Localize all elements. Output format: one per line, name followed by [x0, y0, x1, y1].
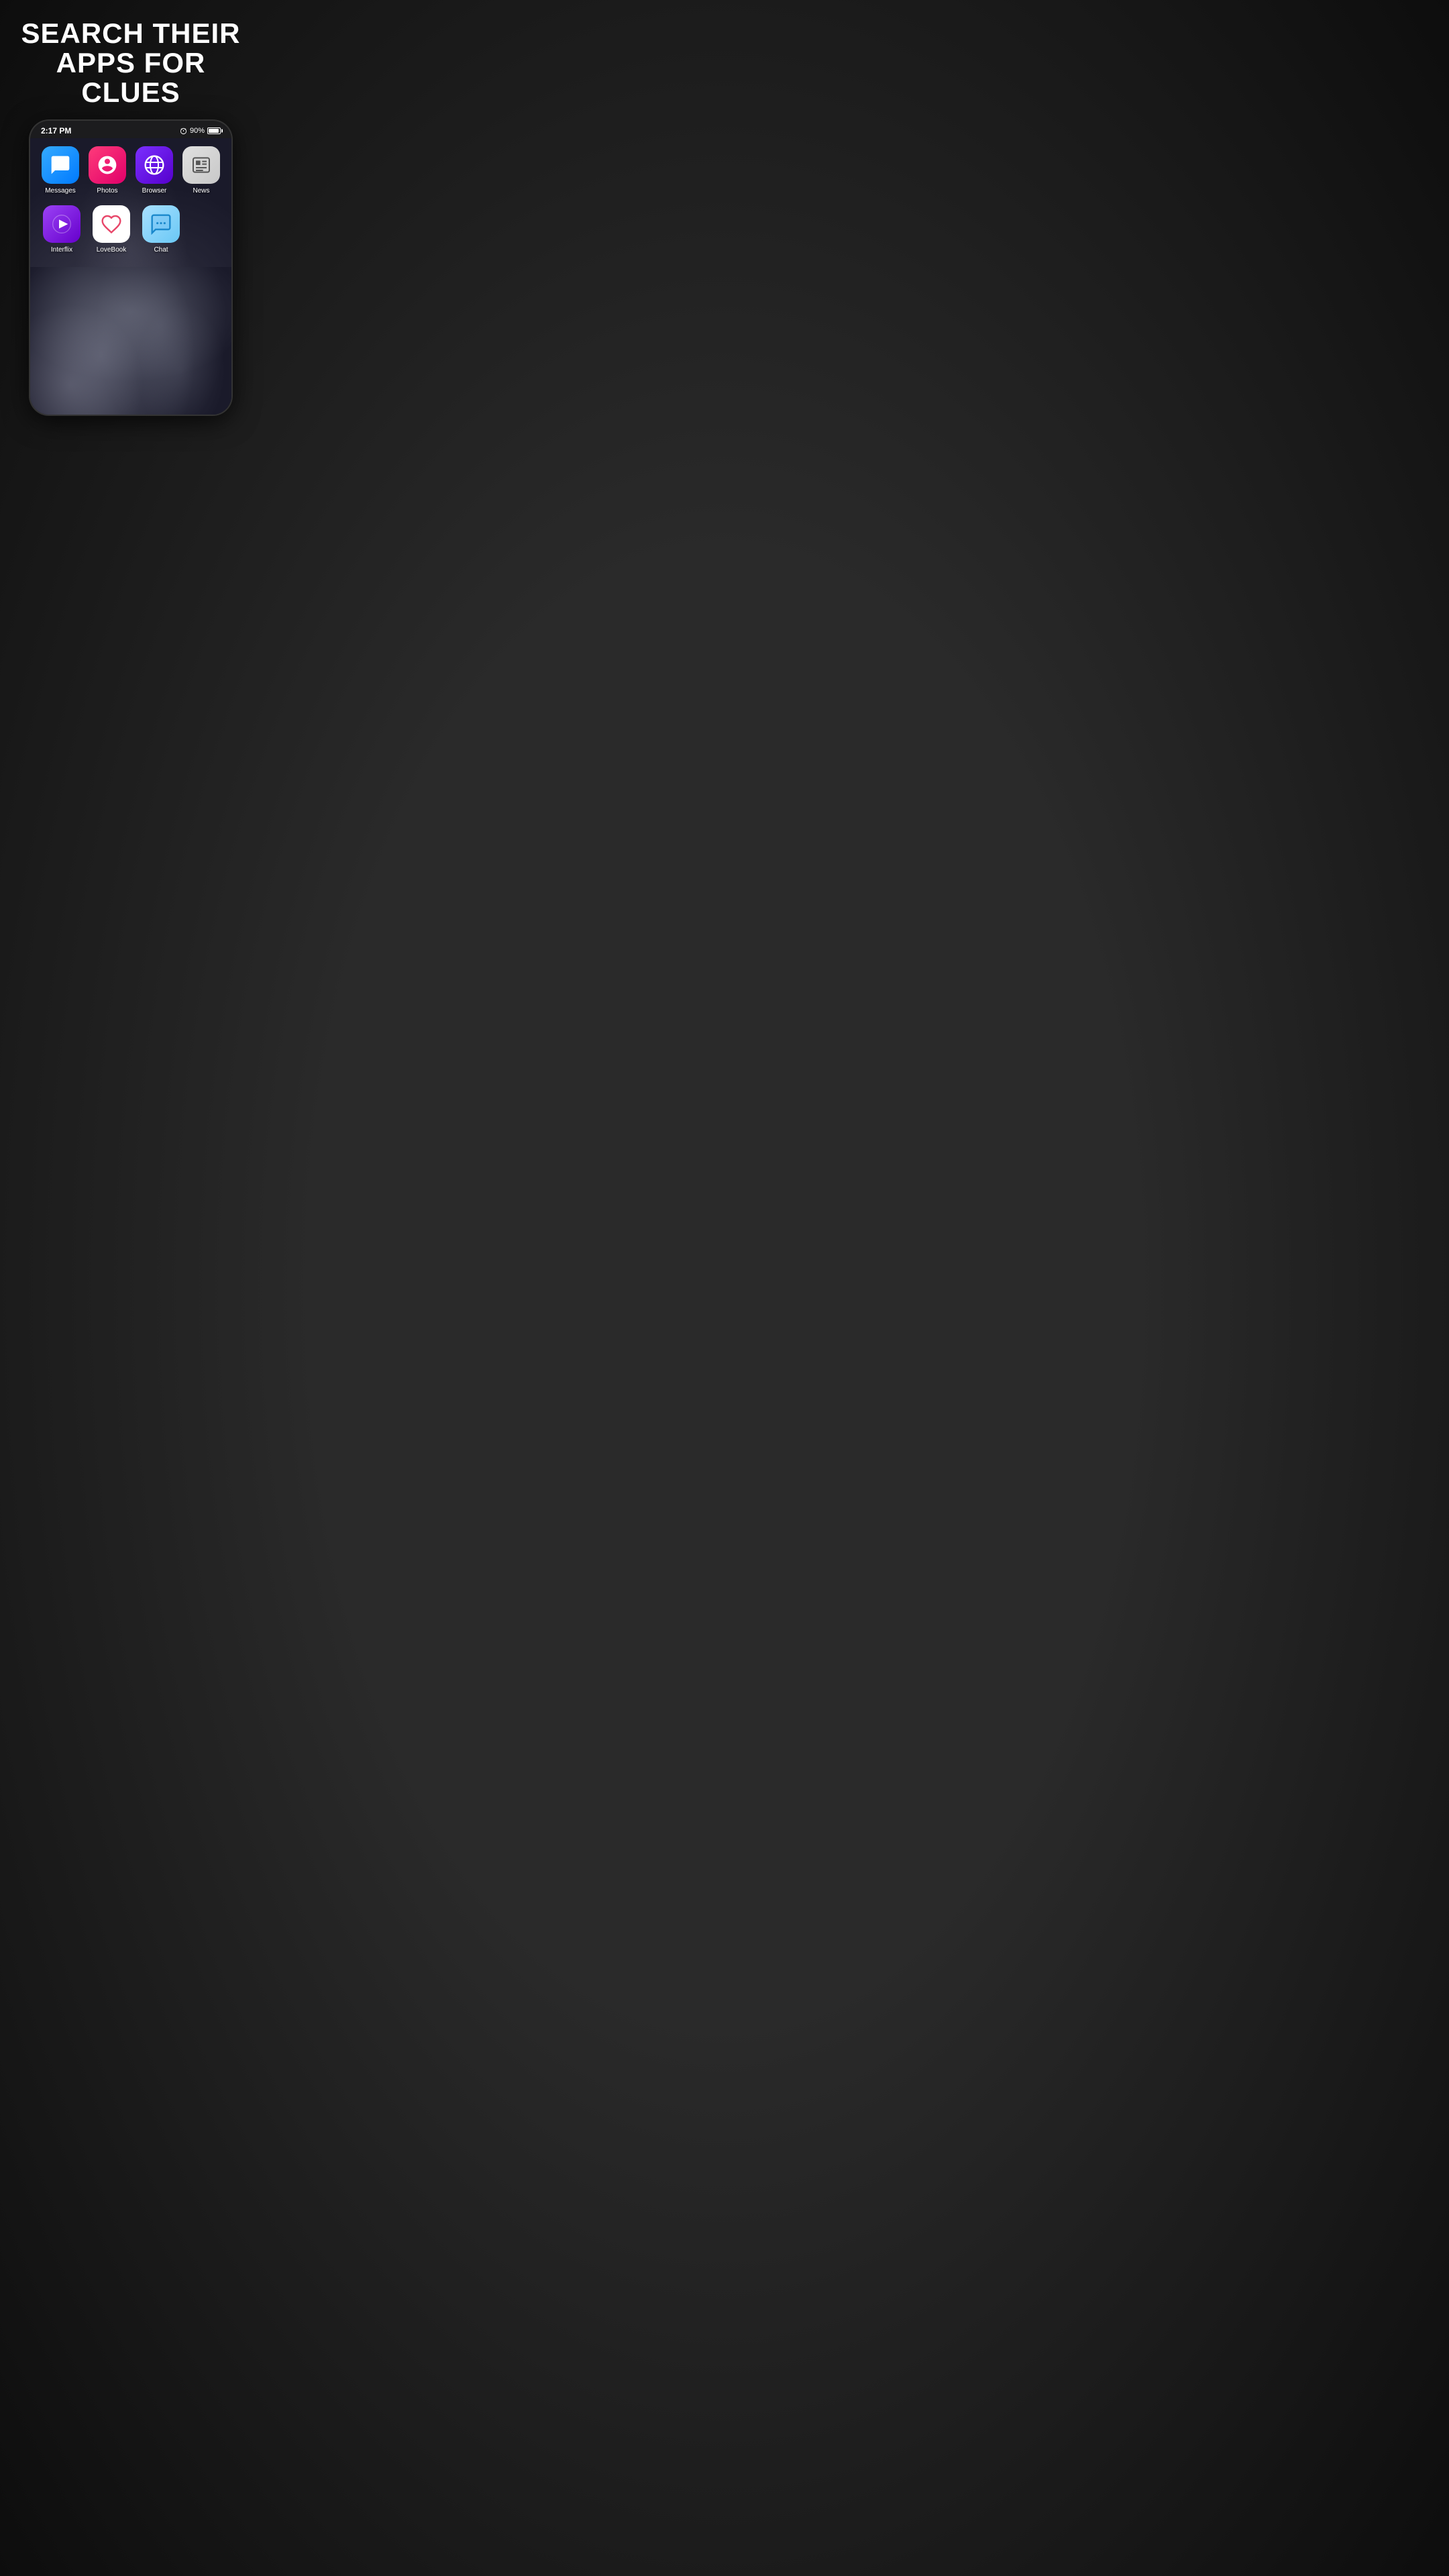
messages-icon [42, 146, 79, 184]
interflix-svg [51, 213, 72, 235]
battery-percent: 90% [190, 127, 205, 135]
lovebook-label: LoveBook [97, 246, 126, 254]
phone-frame: 2:17 PM 90% [30, 121, 231, 415]
app-interflix[interactable]: Interflix [41, 205, 83, 254]
app-photos[interactable]: Photos [88, 146, 127, 195]
apps-grid: Messages Photos [30, 138, 231, 267]
news-svg [191, 154, 212, 176]
messages-label: Messages [45, 187, 76, 195]
apps-row-2: Interflix LoveBook [41, 205, 221, 254]
status-time: 2:17 PM [41, 126, 71, 136]
app-chat[interactable]: Chat [140, 205, 182, 254]
photos-svg [97, 154, 118, 176]
browser-label: Browser [142, 187, 167, 195]
browser-svg [144, 154, 165, 176]
photos-label: Photos [97, 187, 117, 195]
messages-svg [50, 154, 71, 176]
headline: SEARCH THEIR APPS FOR CLUES [0, 0, 262, 121]
interflix-icon [43, 205, 80, 243]
browser-icon [136, 146, 173, 184]
status-right: 90% [180, 127, 221, 135]
photos-icon [89, 146, 126, 184]
chat-svg [150, 213, 172, 235]
headline-text2: APPS FOR CLUES [56, 47, 206, 108]
chat-label: Chat [154, 246, 168, 254]
chat-icon [142, 205, 180, 243]
status-bar: 2:17 PM 90% [30, 121, 231, 138]
smoke-decoration [30, 267, 231, 415]
apps-row-1: Messages Photos [41, 146, 221, 195]
interflix-label: Interflix [51, 246, 72, 254]
alarm-icon [180, 127, 187, 135]
phone-screen: Messages Photos [30, 138, 231, 415]
app-browser[interactable]: Browser [135, 146, 174, 195]
lovebook-svg [101, 213, 122, 235]
app-lovebook[interactable]: LoveBook [91, 205, 132, 254]
news-icon [182, 146, 220, 184]
news-label: News [193, 187, 209, 195]
app-news[interactable]: News [182, 146, 221, 195]
app-messages[interactable]: Messages [41, 146, 80, 195]
battery-icon [207, 127, 221, 134]
lovebook-icon [93, 205, 130, 243]
headline-text: SEARCH THEIR [21, 17, 240, 49]
